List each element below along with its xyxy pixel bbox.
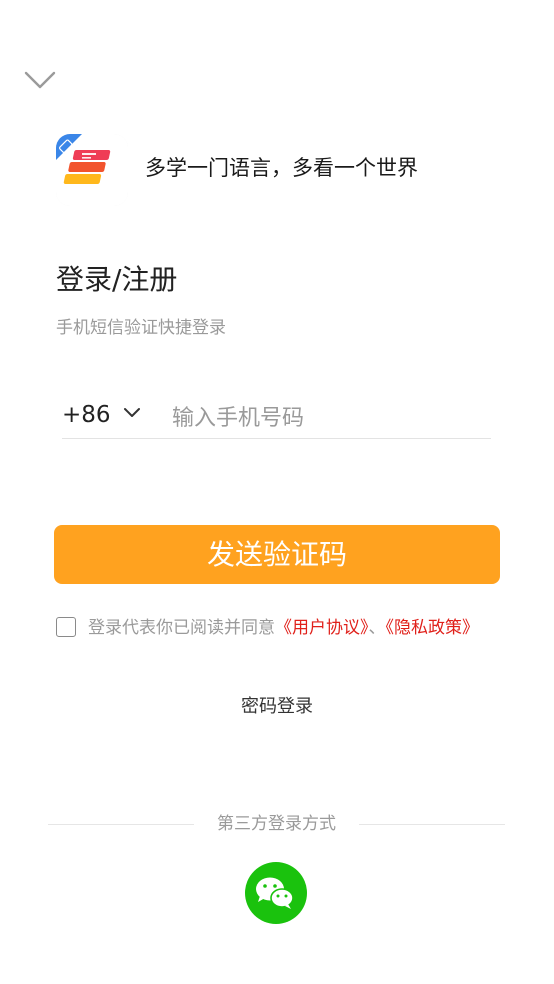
divider (359, 824, 505, 825)
chevron-down-icon[interactable] (122, 405, 142, 421)
third-party-login-label: 第三方登录方式 (217, 814, 336, 834)
page-subtitle: 手机短信验证快捷登录 (56, 318, 226, 338)
input-underline (62, 438, 491, 439)
user-agreement-link[interactable]: 《用户协议》 (275, 618, 369, 638)
country-code-selector[interactable]: +86 (62, 400, 111, 430)
wechat-icon (256, 877, 294, 909)
chevron-down-icon[interactable] (24, 68, 56, 92)
phone-input[interactable] (172, 402, 488, 434)
agreement-separator: 、 (368, 618, 386, 638)
privacy-policy-link[interactable]: 《隐私政策》 (386, 618, 480, 638)
send-code-button[interactable]: 发送验证码 (54, 525, 500, 584)
divider (48, 824, 194, 825)
agreement-checkbox[interactable] (56, 617, 76, 637)
agreement-prefix: 登录代表你已阅读并同意 (88, 618, 275, 638)
app-logo (56, 134, 128, 206)
app-slogan: 多学一门语言，多看一个世界 (145, 156, 418, 180)
wechat-login-button[interactable] (245, 862, 307, 924)
password-login-link[interactable]: 密码登录 (0, 694, 554, 720)
agreement-text: 登录代表你已阅读并同意《用户协议》、《隐私政策》 (88, 616, 479, 640)
page-title: 登录/注册 (56, 263, 178, 296)
